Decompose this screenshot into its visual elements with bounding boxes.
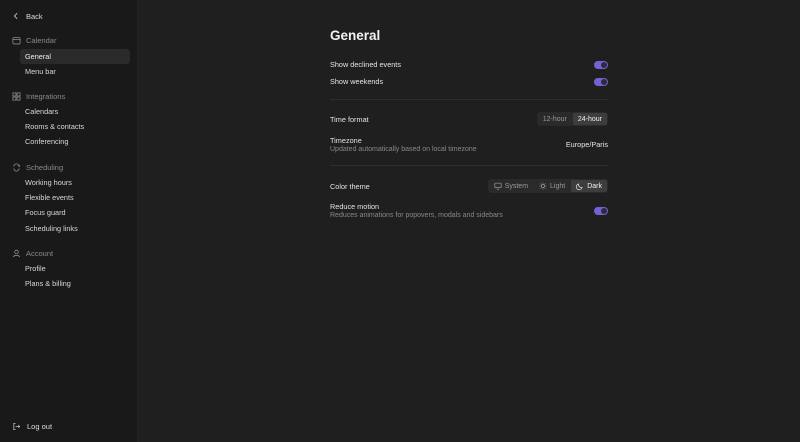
sidebar-item-profile[interactable]: Profile: [20, 261, 130, 276]
main-panel: General Show declined events Show weeken…: [138, 0, 800, 442]
reduce-motion-subtitle: Reduces animations for popovers, modals …: [330, 212, 503, 219]
logout-label: Log out: [27, 421, 53, 431]
sidebar-item-focus-guard[interactable]: Focus guard: [20, 205, 130, 220]
time-format-12-hour[interactable]: 12-hour: [538, 113, 572, 125]
section-title: Calendar: [26, 35, 57, 45]
toggle-knob: [601, 207, 607, 214]
page-title: General: [330, 28, 381, 43]
show-declined-toggle[interactable]: [594, 60, 608, 69]
color-theme-segmented: System Light Dark: [487, 179, 608, 193]
sidebar-item-menu-bar[interactable]: Menu bar: [20, 64, 130, 79]
section-account: Account: [12, 247, 53, 259]
sidebar-item-label: Conferencing: [25, 137, 69, 146]
sidebar-item-label: General: [25, 52, 51, 61]
section-integrations: Integrations: [12, 90, 65, 102]
divider: [330, 165, 608, 166]
time-format-row: Time format 12-hour 24-hour: [330, 112, 608, 126]
settings-window: Back Calendar General Menu bar Integrati…: [0, 0, 800, 442]
sidebar-item-rooms-contacts[interactable]: Rooms & contacts: [20, 119, 130, 134]
sidebar-item-plans-billing[interactable]: Plans & billing: [20, 276, 130, 291]
sun-icon: [539, 182, 547, 190]
sidebar-item-label: Calendars: [25, 107, 59, 116]
sidebar-item-working-hours[interactable]: Working hours: [20, 175, 130, 190]
timezone-text: Timezone Updated automatically based on …: [330, 136, 477, 153]
sidebar-item-calendars[interactable]: Calendars: [20, 104, 130, 119]
theme-system-label: System: [504, 182, 529, 190]
sidebar-item-conferencing[interactable]: Conferencing: [20, 134, 130, 149]
time-format-24-hour[interactable]: 24-hour: [572, 113, 607, 125]
toggle-knob: [601, 78, 607, 85]
timezone-value[interactable]: Europe/Paris: [566, 140, 608, 149]
reduce-motion-row: Reduce motion Reduces animations for pop…: [330, 202, 608, 219]
theme-dark-button[interactable]: Dark: [571, 180, 607, 192]
sidebar-item-label: Rooms & contacts: [25, 122, 85, 131]
toggle-knob: [601, 61, 607, 68]
logout-button[interactable]: Log out: [12, 420, 52, 432]
back-button[interactable]: Back: [12, 10, 43, 22]
theme-light-label: Light: [550, 182, 566, 190]
grid-icon: [12, 91, 21, 101]
show-weekends-label: Show weekends: [330, 77, 384, 86]
section-calendar: Calendar: [12, 34, 56, 46]
theme-system-button[interactable]: System: [489, 180, 533, 192]
sidebar: Back Calendar General Menu bar Integrati…: [0, 0, 138, 442]
sidebar-item-label: Scheduling links: [25, 224, 78, 233]
section-scheduling: Scheduling: [12, 161, 63, 173]
sidebar-item-label: Focus guard: [25, 208, 66, 217]
reduce-motion-toggle[interactable]: [594, 206, 608, 215]
time-format-segmented: 12-hour 24-hour: [536, 112, 608, 126]
show-weekends-toggle[interactable]: [594, 77, 608, 86]
section-title: Scheduling: [26, 162, 64, 172]
sidebar-item-flexible-events[interactable]: Flexible events: [20, 190, 130, 205]
sidebar-item-label: Plans & billing: [25, 279, 71, 288]
calendar-icon: [12, 36, 21, 44]
back-label: Back: [26, 11, 43, 21]
monitor-icon: [494, 182, 502, 190]
show-weekends-row: Show weekends: [330, 77, 608, 86]
reduce-motion-label: Reduce motion: [330, 202, 380, 211]
color-theme-row: Color theme System Light Dark: [330, 179, 608, 193]
section-title: Account: [26, 248, 54, 258]
section-title: Integrations: [26, 91, 66, 101]
show-declined-row: Show declined events: [330, 60, 608, 69]
sidebar-item-scheduling-links[interactable]: Scheduling links: [20, 221, 130, 236]
timezone-row: Timezone Updated automatically based on …: [330, 136, 608, 153]
moon-icon: [576, 183, 583, 190]
timezone-label: Timezone: [330, 136, 362, 145]
user-icon: [12, 249, 21, 257]
sidebar-item-label: Menu bar: [25, 67, 56, 76]
theme-light-button[interactable]: Light: [534, 180, 570, 192]
sidebar-item-label: Flexible events: [25, 193, 74, 202]
repeat-icon: [13, 163, 21, 171]
color-theme-label: Color theme: [330, 181, 370, 191]
divider: [330, 99, 608, 100]
timezone-subtitle: Updated automatically based on local tim…: [330, 146, 477, 153]
show-declined-label: Show declined events: [330, 60, 401, 69]
logout-icon: [13, 422, 21, 430]
theme-dark-label: Dark: [587, 182, 602, 190]
chevron-left-icon: [13, 12, 18, 20]
sidebar-item-label: Working hours: [25, 178, 72, 187]
sidebar-item-label: Profile: [25, 264, 46, 273]
reduce-motion-text: Reduce motion Reduces animations for pop…: [330, 202, 503, 219]
time-format-label: Time format: [330, 114, 369, 124]
sidebar-item-general[interactable]: General: [20, 49, 130, 64]
